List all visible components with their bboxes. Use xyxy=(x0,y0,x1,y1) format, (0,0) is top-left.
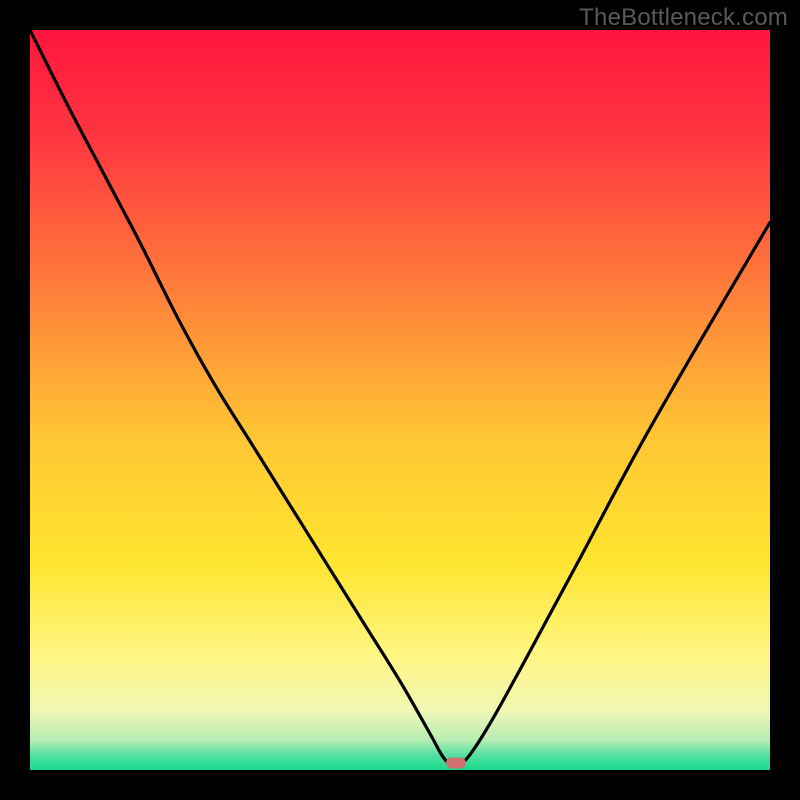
chart-frame: TheBottleneck.com xyxy=(0,0,800,800)
curve-layer xyxy=(30,30,770,770)
optimal-marker xyxy=(446,758,466,769)
bottleneck-curve xyxy=(30,30,770,765)
watermark-label: TheBottleneck.com xyxy=(579,4,788,32)
plot-area xyxy=(30,30,770,770)
